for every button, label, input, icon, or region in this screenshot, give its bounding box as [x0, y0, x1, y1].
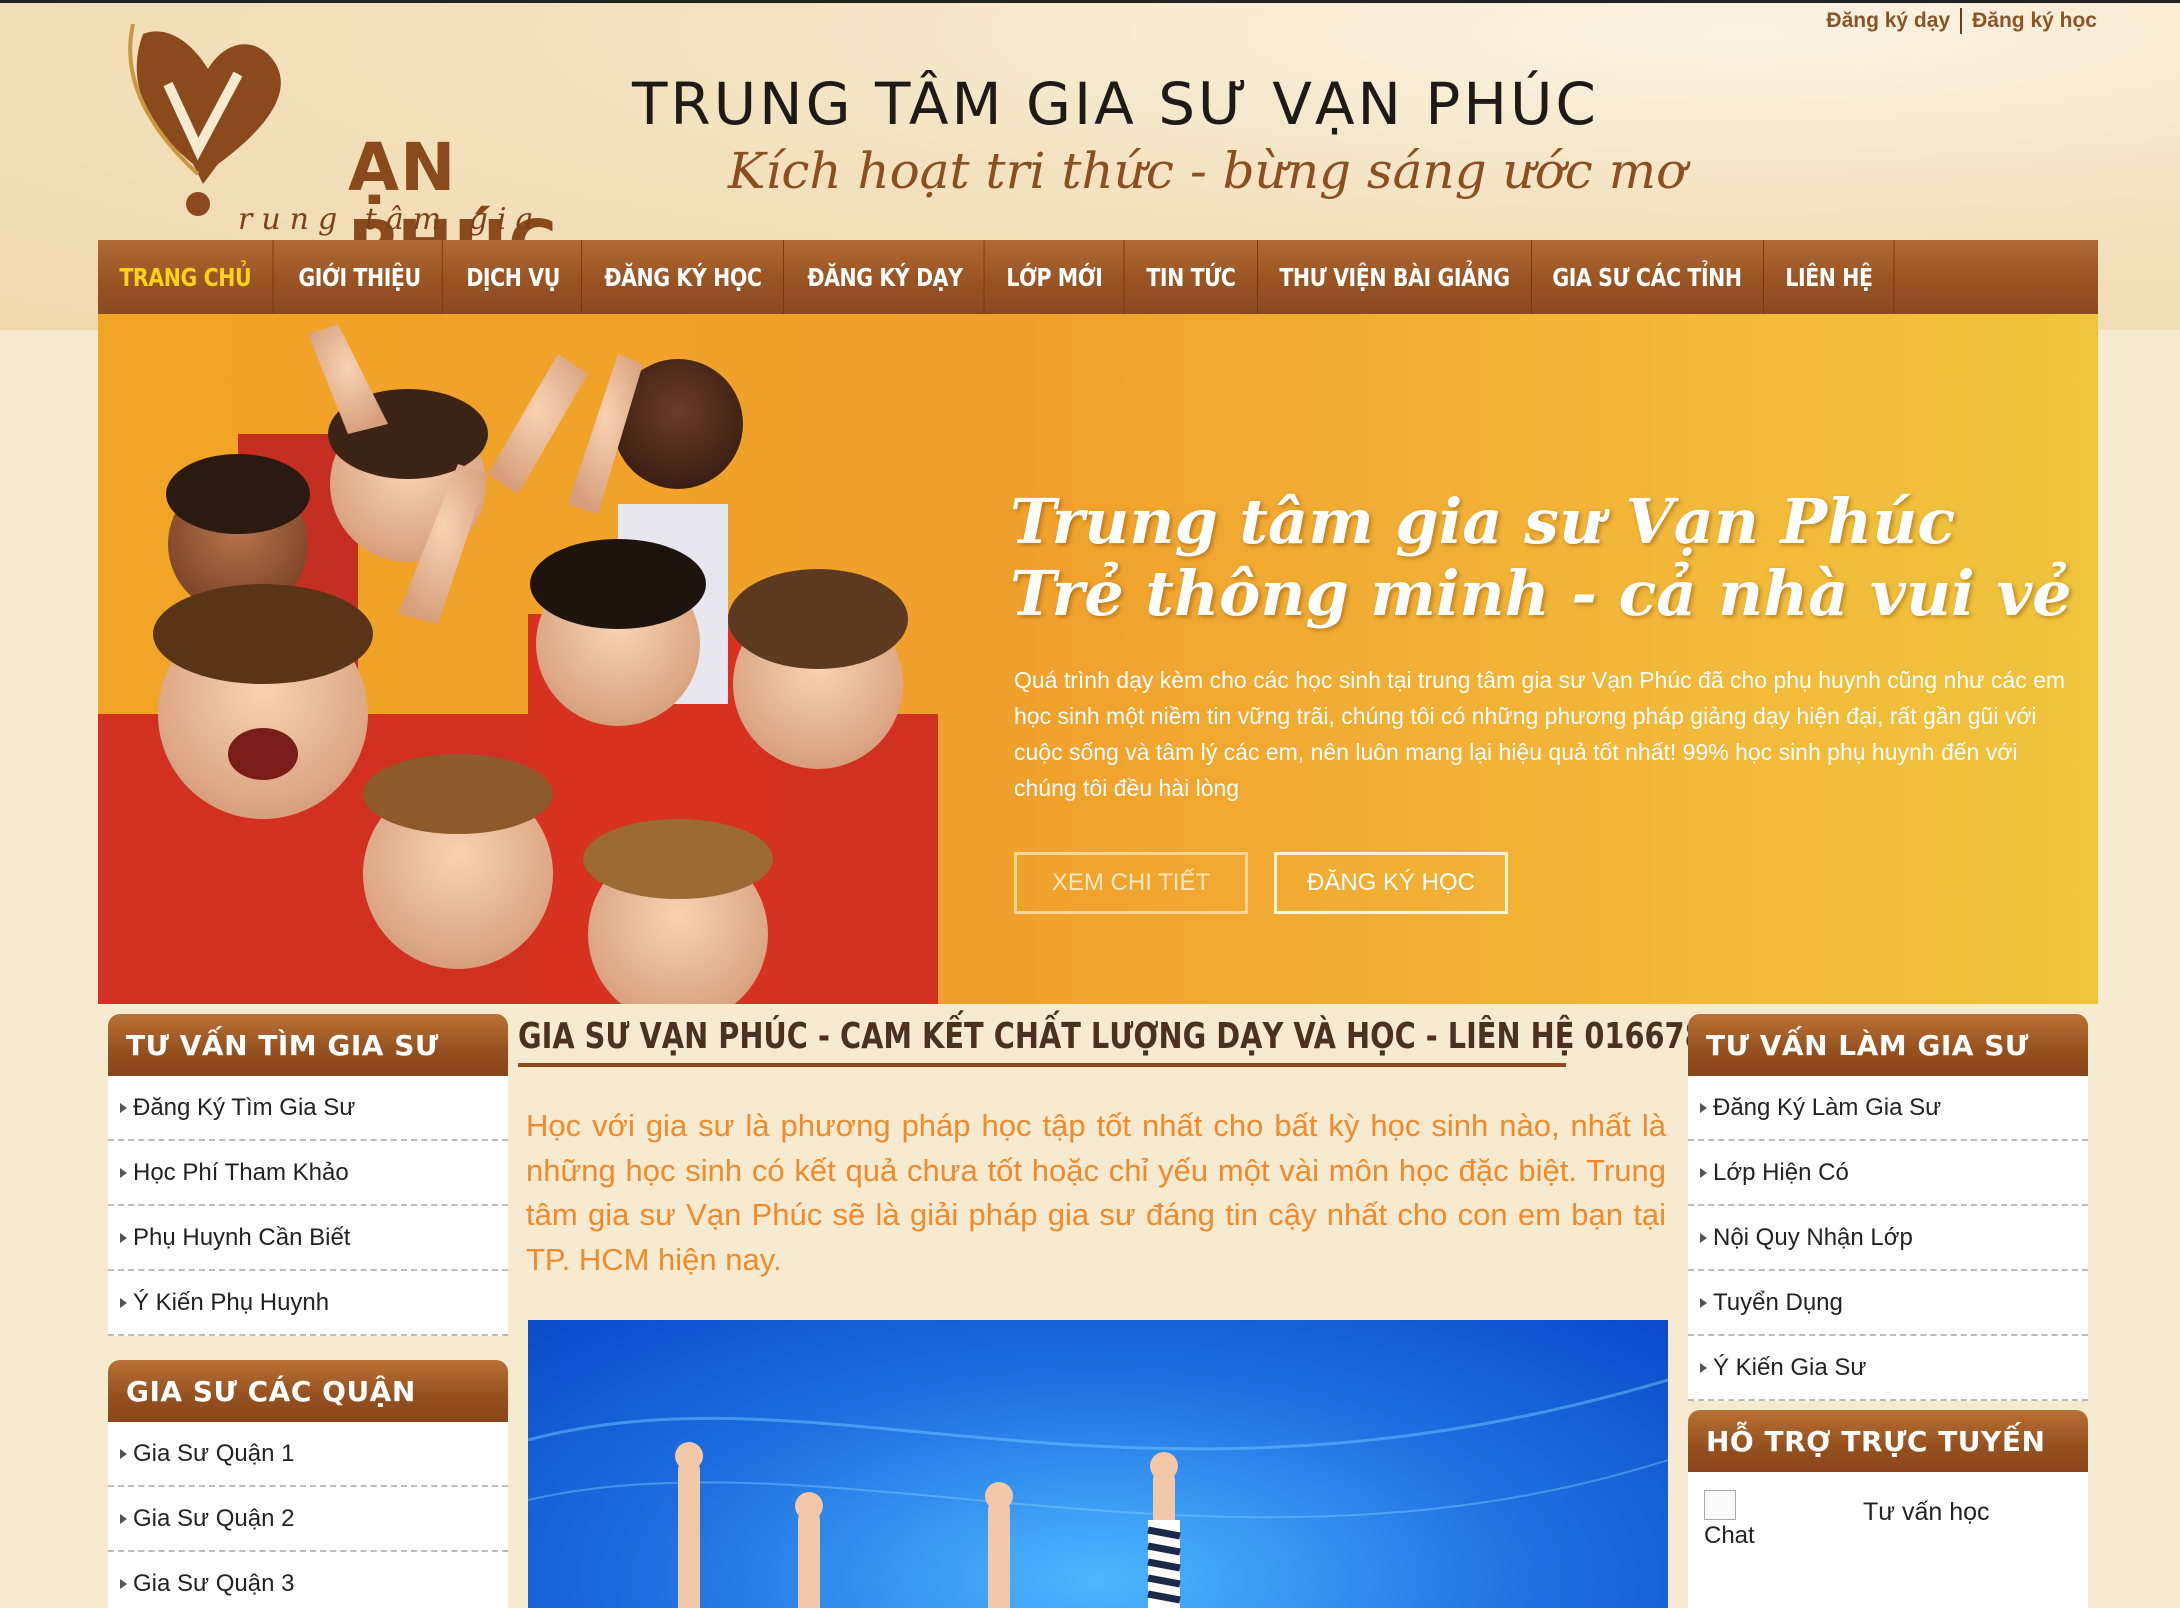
find-tutor-list: Đăng Ký Tìm Gia Sư Học Phí Tham Khảo Phụ H…	[108, 1076, 508, 1336]
nav-item-0[interactable]: TRANG CHỦ	[98, 240, 274, 314]
online-support-title: HỖ TRỢ TRỰC TUYẾN	[1688, 1410, 2088, 1472]
district-tutor-box: GIA SƯ CÁC QUẬN Gia Sư Quận 1 Gia Sư Quận…	[108, 1360, 508, 1608]
banner-heading-line2: Trẻ thông minh - cả nhà vui vẻ	[1010, 557, 2072, 630]
bullet-arrow-icon	[1700, 1297, 1707, 1308]
nav-item-1[interactable]: GIỚI THIỆU	[277, 240, 443, 314]
nav-item-7[interactable]: THƯ VIỆN BÀI GIẢNG	[1258, 240, 1532, 314]
find-tutor-item[interactable]: Học Phí Tham Khảo	[108, 1141, 508, 1206]
find-tutor-item[interactable]: Phụ Huynh Cần Biết	[108, 1206, 508, 1271]
bullet-arrow-icon	[120, 1167, 127, 1178]
top-border	[0, 0, 2180, 3]
bullet-arrow-icon	[120, 1578, 127, 1589]
logo[interactable]: ẠN PHÚC rung tâm gia sư	[98, 14, 557, 283]
top-links-divider	[1960, 8, 1963, 34]
bullet-arrow-icon	[1700, 1362, 1707, 1373]
students-image	[528, 1320, 1668, 1608]
district-tutor-item[interactable]: Gia Sư Quận 3	[108, 1552, 508, 1608]
bullet-arrow-icon	[120, 1232, 127, 1243]
district-tutor-item[interactable]: Gia Sư Quận 1	[108, 1422, 508, 1487]
district-tutor-title: GIA SƯ CÁC QUẬN	[108, 1360, 508, 1422]
site-slogan: Kích hoạt tri thức - bừng sáng ước mơ	[728, 142, 1687, 200]
district-tutor-item-label: Gia Sư Quận 1	[133, 1439, 295, 1467]
district-tutor-list: Gia Sư Quận 1 Gia Sư Quận 2 Gia Sư Quận 3	[108, 1422, 508, 1608]
chat-widget[interactable]: Chat	[1704, 1490, 1755, 1550]
support-row: Chat Tư vấn học	[1688, 1472, 2088, 1608]
site-title: TRUNG TÂM GIA SƯ VẠN PHÚC	[632, 70, 1599, 138]
find-tutor-box: TƯ VẤN TÌM GIA SƯ Đăng Ký Tìm Gia Sư Học …	[108, 1014, 508, 1336]
find-tutor-title: TƯ VẤN TÌM GIA SƯ	[108, 1014, 508, 1076]
support-label: Tư vấn học	[1863, 1498, 1990, 1526]
main-intro: Học với gia sư là phương pháp học tập tố…	[526, 1108, 1666, 1277]
become-tutor-item-label: Đăng Ký Làm Gia Sư	[1713, 1093, 1942, 1121]
become-tutor-item[interactable]: Tuyển Dụng	[1688, 1271, 2088, 1336]
raised-hands-illustration	[528, 1378, 1668, 1608]
bullet-arrow-icon	[1700, 1102, 1707, 1113]
become-tutor-item-label: Lớp Hiện Có	[1713, 1158, 1849, 1186]
become-tutor-item-label: Nội Quy Nhận Lớp	[1713, 1223, 1913, 1251]
find-tutor-item-label: Ý Kiến Phụ Huynh	[133, 1288, 330, 1316]
district-tutor-item-label: Gia Sư Quận 2	[133, 1504, 295, 1532]
banner-heading-line1: Trung tâm gia sư Vạn Phúc	[1010, 485, 1956, 558]
become-tutor-title: TƯ VẤN LÀM GIA SƯ	[1688, 1014, 2088, 1076]
find-tutor-item-label: Học Phí Tham Khảo	[133, 1158, 349, 1186]
district-tutor-item[interactable]: Gia Sư Quận 2	[108, 1487, 508, 1552]
become-tutor-item[interactable]: Ý Kiến Gia Sư	[1688, 1336, 2088, 1401]
main-title: GIA SƯ VẠN PHÚC - CAM KẾT CHẤT LƯỢNG DẠY…	[518, 1016, 1805, 1067]
nav-item-5[interactable]: LỚP MỚI	[985, 240, 1125, 314]
find-tutor-item-label: Đăng Ký Tìm Gia Sư	[133, 1093, 356, 1121]
nav-item-3[interactable]: ĐĂNG KÝ HỌC	[583, 240, 784, 314]
register-teach-link[interactable]: Đăng ký dạy	[1826, 9, 1950, 33]
top-links: Đăng ký dạy Đăng ký học	[1826, 8, 2097, 34]
find-tutor-item[interactable]: Đăng Ký Tìm Gia Sư	[108, 1076, 508, 1141]
chat-alt-text: Chat	[1704, 1522, 1755, 1549]
online-support-box: HỖ TRỢ TRỰC TUYẾN Chat Tư vấn học	[1688, 1410, 2088, 1608]
register-learn-link[interactable]: Đăng ký học	[1972, 9, 2097, 33]
find-tutor-item[interactable]: Ý Kiến Phụ Huynh	[108, 1271, 508, 1336]
chat-image-icon	[1704, 1490, 1736, 1520]
bullet-arrow-icon	[120, 1448, 127, 1459]
bullet-arrow-icon	[120, 1102, 127, 1113]
bullet-arrow-icon	[1700, 1232, 1707, 1243]
become-tutor-item-label: Tuyển Dụng	[1713, 1288, 1843, 1316]
nav-item-9[interactable]: LIÊN HỆ	[1764, 240, 1895, 314]
bullet-arrow-icon	[120, 1513, 127, 1524]
become-tutor-list: Đăng Ký Làm Gia Sư Lớp Hiện Có Nội Quy Nhậ…	[1688, 1076, 2088, 1401]
nav-item-8[interactable]: GIA SƯ CÁC TỈNH	[1531, 240, 1765, 314]
nav-item-6[interactable]: TIN TỨC	[1125, 240, 1258, 314]
bullet-arrow-icon	[1700, 1167, 1707, 1178]
find-tutor-item-label: Phụ Huynh Cần Biết	[133, 1223, 351, 1251]
district-tutor-item-label: Gia Sư Quận 3	[133, 1569, 295, 1597]
hero-banner: Trung tâm gia sư Vạn Phúc Trẻ thông minh…	[98, 314, 2098, 1004]
bullet-arrow-icon	[120, 1297, 127, 1308]
children-photo	[98, 324, 938, 1004]
become-tutor-item[interactable]: Đăng Ký Làm Gia Sư	[1688, 1076, 2088, 1141]
nav-item-2[interactable]: DỊCH VỤ	[445, 240, 583, 314]
become-tutor-item[interactable]: Nội Quy Nhận Lớp	[1688, 1206, 2088, 1271]
become-tutor-item[interactable]: Lớp Hiện Có	[1688, 1141, 2088, 1206]
banner-heading: Trung tâm gia sư Vạn Phúc Trẻ thông minh…	[1010, 486, 2072, 630]
become-tutor-box: TƯ VẤN LÀM GIA SƯ Đăng Ký Làm Gia Sư Lớp …	[1688, 1014, 2088, 1401]
register-study-button[interactable]: ĐĂNG KÝ HỌC	[1274, 852, 1508, 914]
main-nav: TRANG CHỦ GIỚI THIỆU DỊCH VỤ ĐĂNG KÝ HỌC ĐĂN…	[98, 240, 2098, 314]
banner-description: Quá trình dạy kèm cho các học sinh tại t…	[1014, 667, 2066, 801]
become-tutor-item-label: Ý Kiến Gia Sư	[1713, 1353, 1867, 1381]
view-detail-button[interactable]: XEM CHI TIẾT	[1014, 852, 1248, 914]
nav-item-4[interactable]: ĐĂNG KÝ DẠY	[786, 240, 985, 314]
